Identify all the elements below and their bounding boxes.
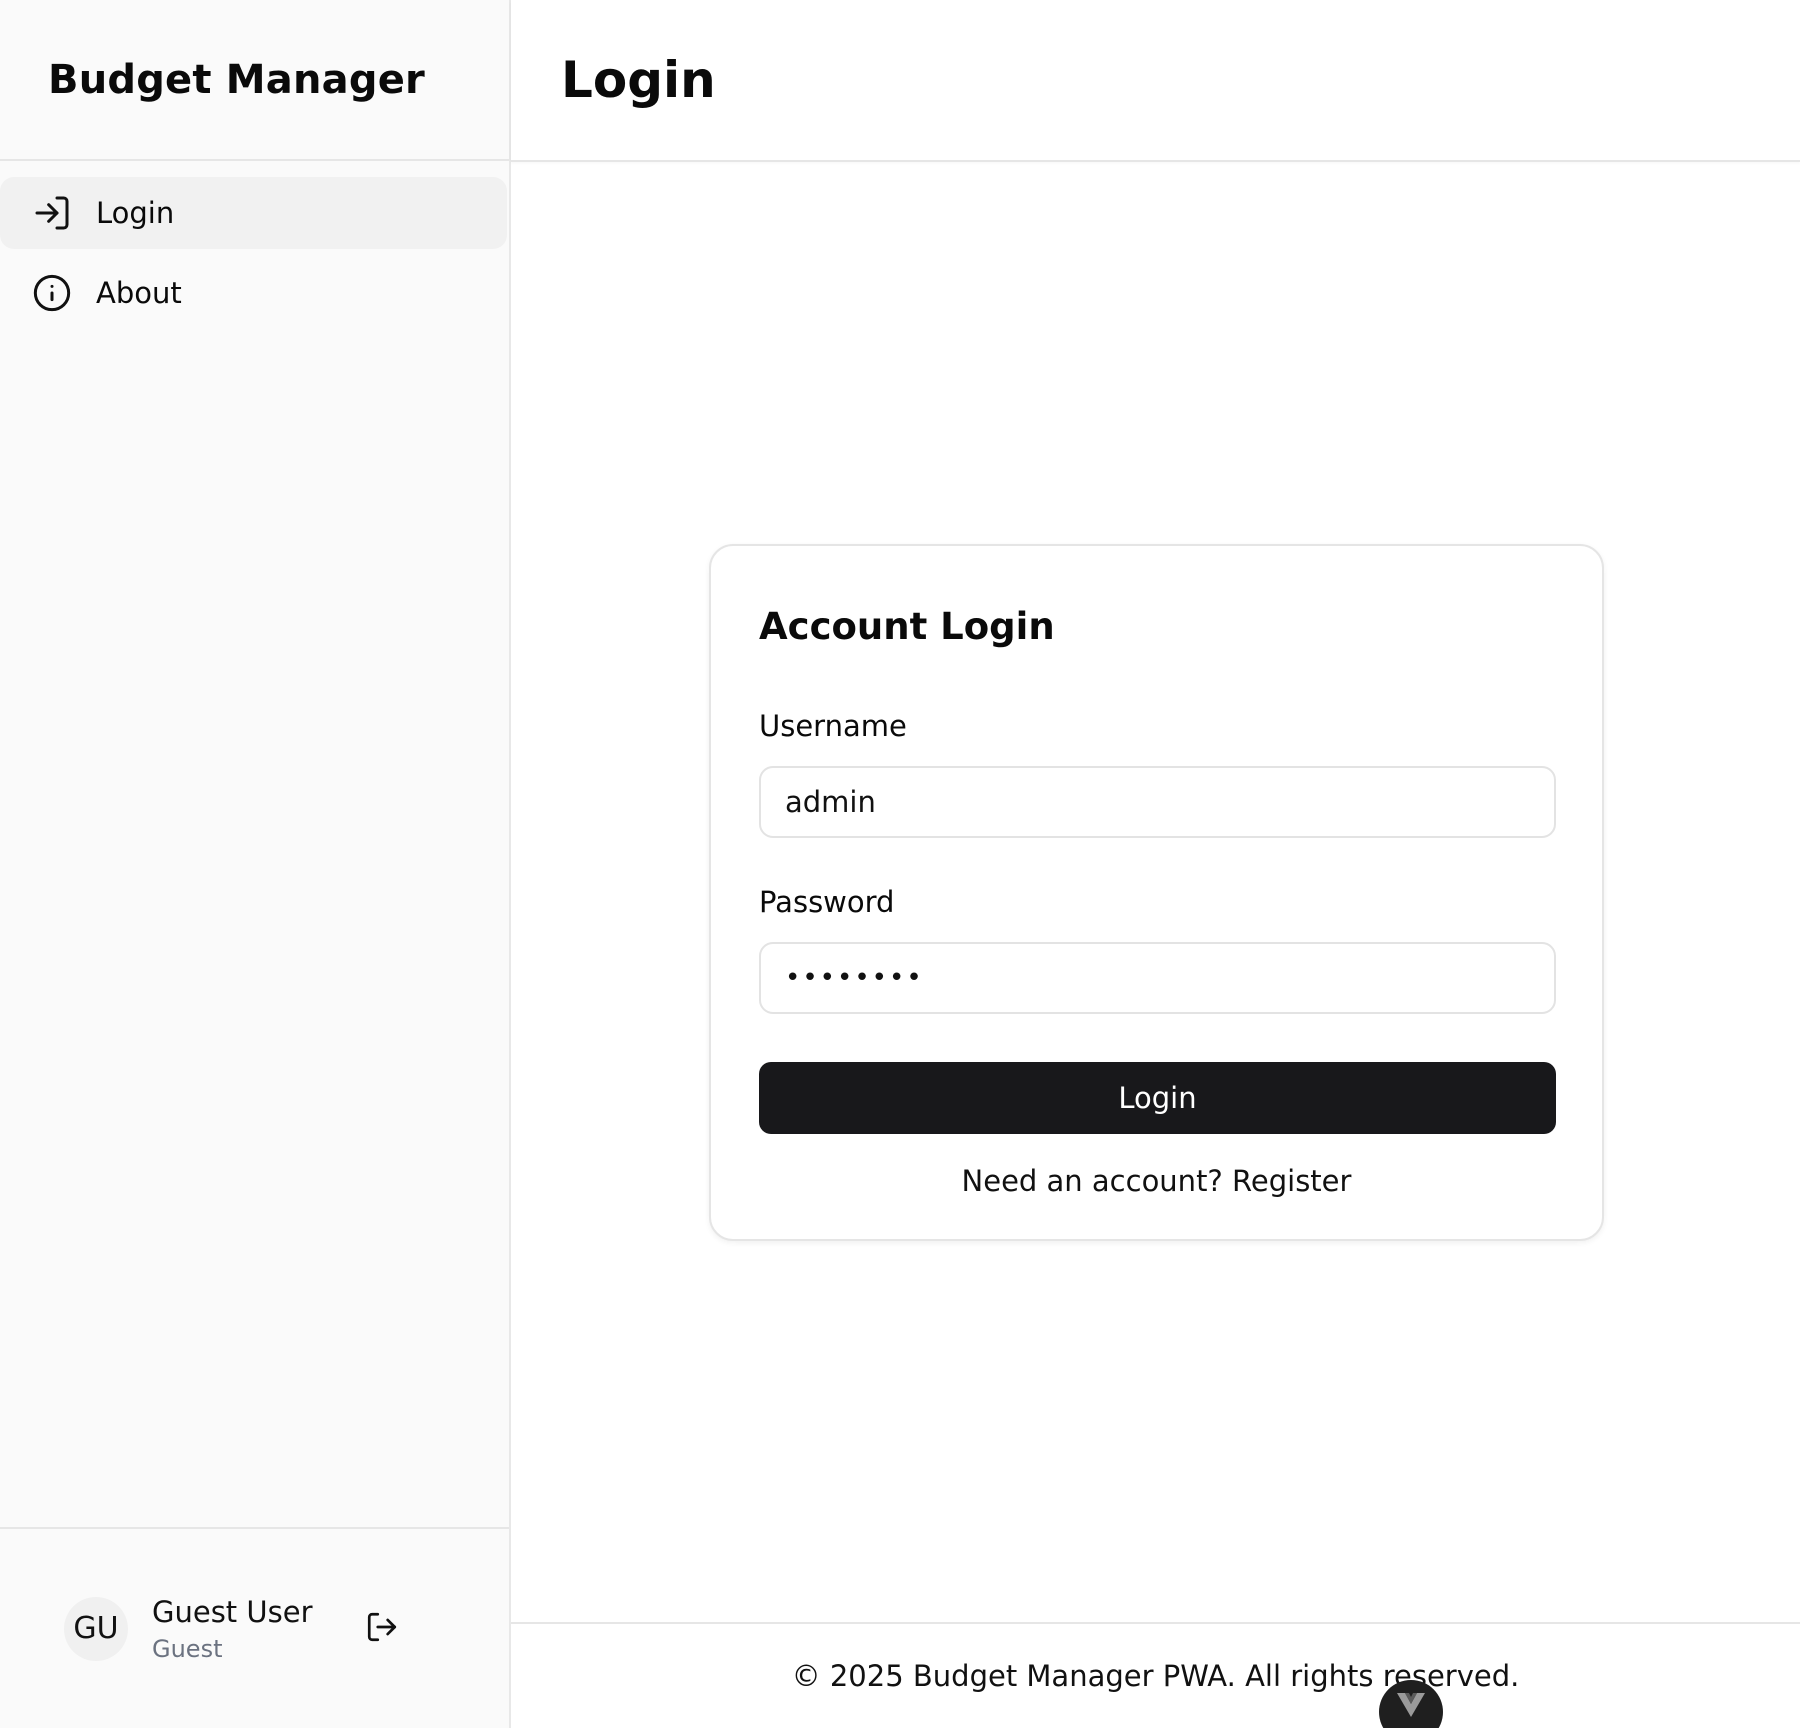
- top-header: Login: [511, 0, 1800, 162]
- page-title: Login: [561, 51, 716, 109]
- username-label: Username: [759, 709, 907, 743]
- sidebar-item-label: About: [96, 276, 182, 310]
- page-footer: © 2025 Budget Manager PWA. All rights re…: [511, 1622, 1800, 1728]
- sidebar-nav: Login About: [0, 161, 509, 329]
- sidebar-item-login[interactable]: Login: [0, 177, 507, 249]
- app-root: Budget Manager Login About GU Guest User…: [0, 0, 1800, 1728]
- sidebar-item-label: Login: [96, 196, 175, 230]
- main-content: Login Account Login Username Password Lo…: [511, 0, 1800, 1728]
- sidebar: Budget Manager Login About GU Guest User…: [0, 0, 511, 1728]
- password-label: Password: [759, 885, 895, 919]
- password-input[interactable]: [759, 942, 1556, 1014]
- sidebar-item-about[interactable]: About: [0, 257, 507, 329]
- login-button[interactable]: Login: [759, 1062, 1556, 1134]
- user-role: Guest: [152, 1634, 223, 1663]
- app-brand: Budget Manager: [48, 56, 425, 103]
- sidebar-header: Budget Manager: [0, 0, 509, 161]
- login-card: Account Login Username Password Login Ne…: [709, 544, 1604, 1241]
- user-panel: GU Guest User Guest: [0, 1527, 509, 1728]
- logout-icon: [365, 1610, 399, 1648]
- info-icon: [32, 273, 72, 313]
- logout-button[interactable]: [362, 1609, 402, 1649]
- register-link[interactable]: Need an account? Register: [759, 1164, 1554, 1198]
- user-info: Guest User Guest: [152, 1595, 362, 1663]
- login-card-title: Account Login: [759, 605, 1055, 648]
- user-name: Guest User: [152, 1594, 313, 1629]
- avatar: GU: [64, 1596, 128, 1661]
- username-input[interactable]: [759, 766, 1556, 838]
- vue-logo-icon: [1396, 1692, 1426, 1722]
- login-arrow-icon: [32, 193, 72, 233]
